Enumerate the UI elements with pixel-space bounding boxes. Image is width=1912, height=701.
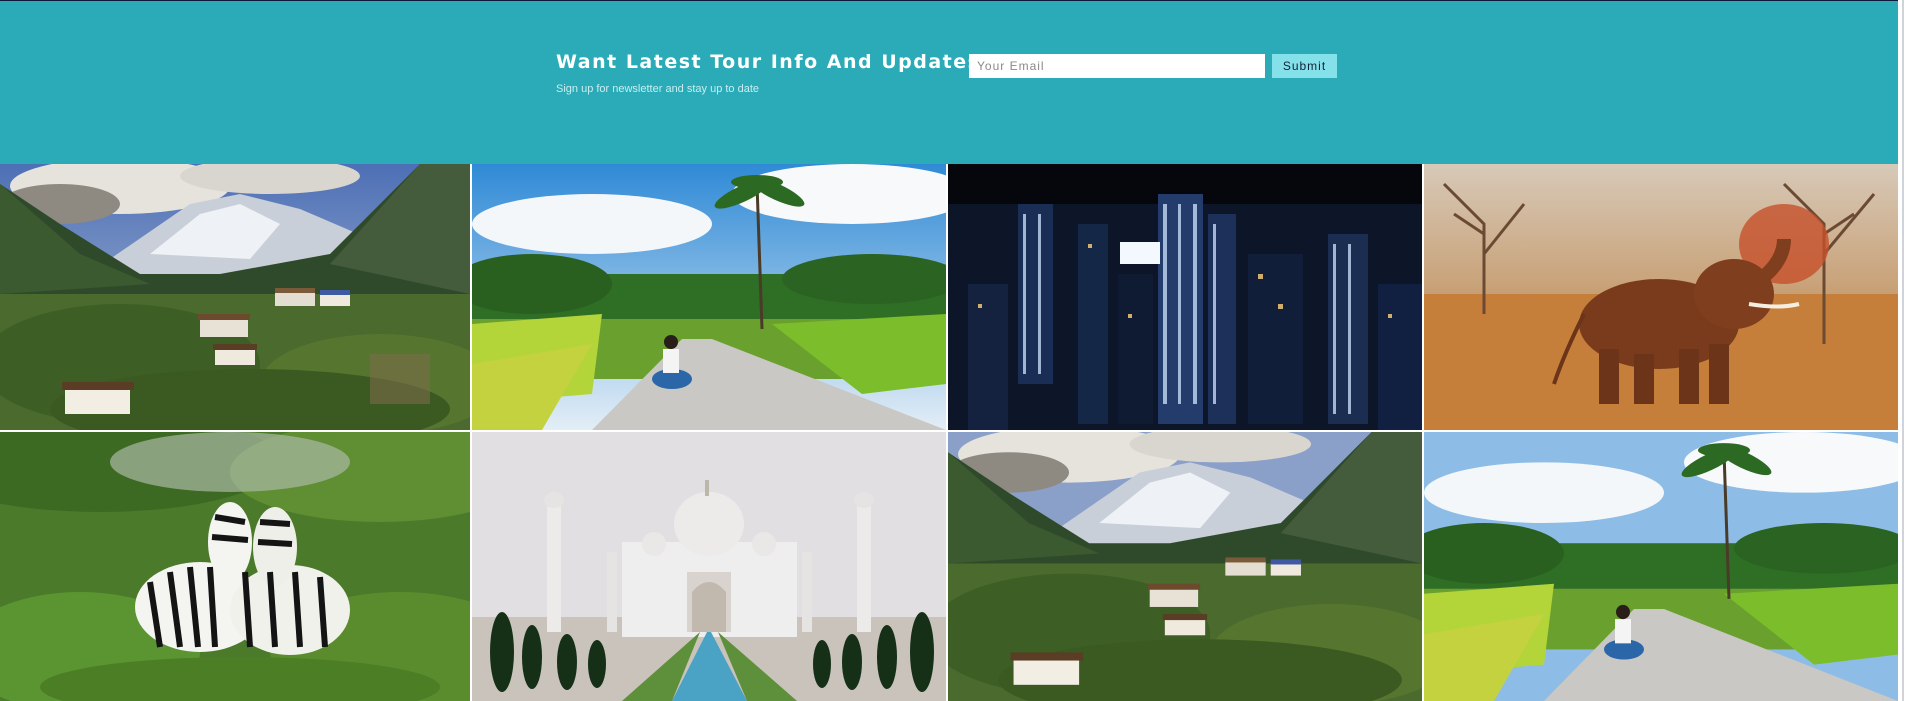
top-divider	[0, 0, 1898, 1]
email-input[interactable]	[969, 54, 1265, 78]
submit-button[interactable]: Submit	[1272, 54, 1337, 78]
night-city-photo	[948, 164, 1422, 430]
newsletter-subtitle: Sign up for newsletter and stay up to da…	[556, 83, 760, 95]
tropical-road-photo	[472, 164, 946, 430]
gallery-image-tropical-road[interactable]	[472, 164, 946, 430]
gallery-image-elephant[interactable]	[1424, 164, 1898, 430]
zebras-photo	[0, 432, 470, 701]
gallery-image-zebras[interactable]	[0, 432, 470, 701]
scrollbar-track[interactable]	[1902, 0, 1904, 701]
gallery-image-mountain-village[interactable]	[0, 164, 470, 430]
gallery-image-night-city[interactable]	[948, 164, 1422, 430]
newsletter-section: Want Latest Tour Info And Updates? Sign …	[0, 0, 1898, 164]
taj-mahal-photo	[472, 432, 946, 701]
elephant-photo	[1424, 164, 1898, 430]
mountain-village-photo	[948, 432, 1422, 701]
gallery-image-mountain-village-2[interactable]	[948, 432, 1422, 701]
tropical-road-photo	[1424, 432, 1898, 701]
newsletter-title: Want Latest Tour Info And Updates?	[556, 51, 993, 73]
gallery-image-tropical-road-2[interactable]	[1424, 432, 1898, 701]
photo-gallery	[0, 164, 1898, 701]
scrollbar[interactable]	[1898, 0, 1912, 701]
mountain-village-photo	[0, 164, 470, 430]
gallery-image-taj-mahal[interactable]	[472, 432, 946, 701]
